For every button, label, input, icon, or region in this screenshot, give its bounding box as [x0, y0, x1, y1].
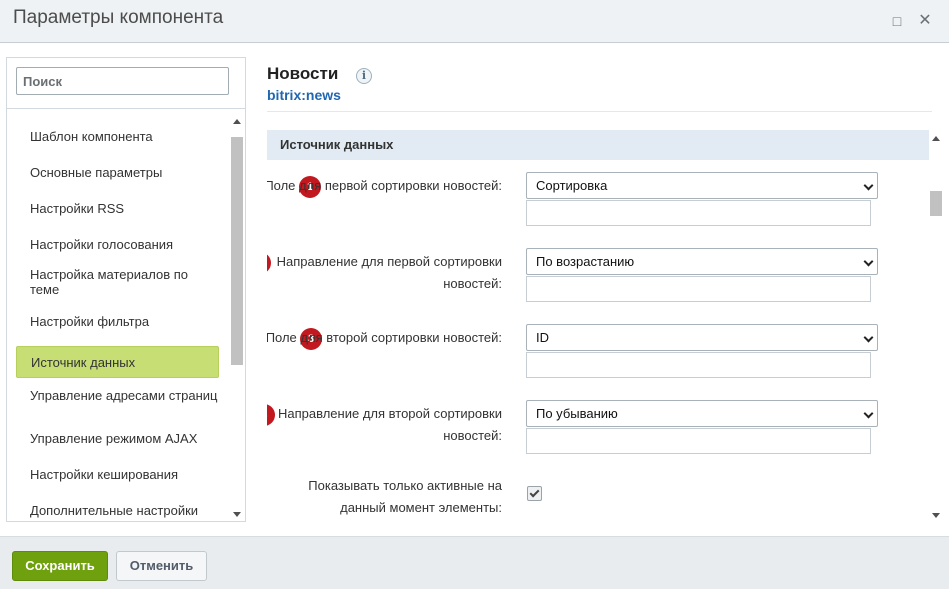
- sidebar-item-cache[interactable]: Настройки кеширования: [16, 458, 219, 490]
- select-value: ID: [536, 330, 549, 345]
- title-bar: Параметры компонента □ ✕: [0, 0, 949, 43]
- scroll-down-icon[interactable]: [932, 513, 940, 518]
- field-label-sort-field-2: Поле для второй сортировки новостей:: [267, 330, 502, 345]
- sidebar-item-rss[interactable]: Настройки RSS: [16, 192, 219, 224]
- maximize-icon[interactable]: □: [888, 12, 906, 30]
- sidebar: Шаблон компонента Основные параметры Нас…: [6, 57, 246, 522]
- component-title: Новости: [267, 64, 339, 83]
- dialog-content: Шаблон компонента Основные параметры Нас…: [0, 43, 949, 536]
- chevron-down-icon: [863, 408, 874, 419]
- select-value: По возрастанию: [536, 254, 635, 269]
- select-value: Сортировка: [536, 178, 608, 193]
- sort-order-2-select[interactable]: По убыванию: [526, 400, 878, 427]
- sort-order-2-custom-input[interactable]: [526, 428, 871, 454]
- scroll-up-icon[interactable]: [233, 119, 241, 124]
- info-icon[interactable]: i: [356, 68, 372, 84]
- field-label-sort-field-1: Поле для первой сортировки новостей:: [267, 178, 502, 193]
- sidebar-item-voting[interactable]: Настройки голосования: [16, 228, 219, 260]
- sidebar-list: Шаблон компонента Основные параметры Нас…: [7, 109, 233, 521]
- field-label-sort-order-1: Направление для первой сортировки новост…: [276, 254, 502, 291]
- save-button[interactable]: Сохранить: [12, 551, 108, 581]
- sidebar-item-data-source[interactable]: Источник данных: [16, 346, 219, 378]
- sidebar-item-filter[interactable]: Настройки фильтра: [16, 305, 219, 337]
- field-label-active-only: Показывать только активные на данный мом…: [308, 478, 502, 515]
- sidebar-item-template[interactable]: Шаблон компонента: [16, 120, 219, 152]
- sidebar-item-main-params[interactable]: Основные параметры: [16, 156, 219, 188]
- params-panel: Источник данных 1 Поле для первой сортир…: [267, 130, 929, 521]
- sort-field-1-select[interactable]: Сортировка: [526, 172, 878, 199]
- header-divider: [267, 111, 932, 112]
- search-input[interactable]: [16, 67, 229, 95]
- sidebar-item-related[interactable]: Настройка материалов по теме: [16, 265, 219, 299]
- checkmark-icon: [529, 487, 540, 498]
- sort-order-1-select[interactable]: По возрастанию: [526, 248, 878, 275]
- chevron-down-icon: [863, 332, 874, 343]
- sort-order-1-custom-input[interactable]: [526, 276, 871, 302]
- footer: Сохранить Отменить: [0, 536, 949, 589]
- sidebar-item-url-management[interactable]: Управление адресами страниц: [16, 378, 219, 412]
- section-title: Источник данных: [267, 130, 929, 160]
- cancel-button[interactable]: Отменить: [116, 551, 207, 581]
- params-scrollbar[interactable]: [929, 130, 943, 522]
- sort-field-2-custom-input[interactable]: [526, 352, 871, 378]
- sidebar-item-additional[interactable]: Дополнительные настройки: [16, 494, 219, 526]
- scrollbar-thumb[interactable]: [930, 191, 942, 216]
- chevron-down-icon: [863, 180, 874, 191]
- scroll-down-icon[interactable]: [233, 512, 241, 517]
- scroll-up-icon[interactable]: [932, 136, 940, 141]
- scrollbar-thumb[interactable]: [231, 137, 243, 365]
- select-value: По убыванию: [536, 406, 618, 421]
- chevron-down-icon: [863, 256, 874, 267]
- sidebar-item-ajax[interactable]: Управление режимом AJAX: [16, 422, 219, 454]
- sort-field-2-select[interactable]: ID: [526, 324, 878, 351]
- component-code: bitrix:news: [267, 87, 341, 103]
- field-label-sort-order-2: Направление для второй сортировки новост…: [278, 406, 502, 443]
- close-icon[interactable]: ✕: [916, 12, 934, 30]
- window-title: Параметры компонента: [13, 7, 224, 28]
- sidebar-scrollbar[interactable]: [230, 113, 244, 521]
- active-only-checkbox[interactable]: [527, 486, 542, 501]
- sort-field-1-custom-input[interactable]: [526, 200, 871, 226]
